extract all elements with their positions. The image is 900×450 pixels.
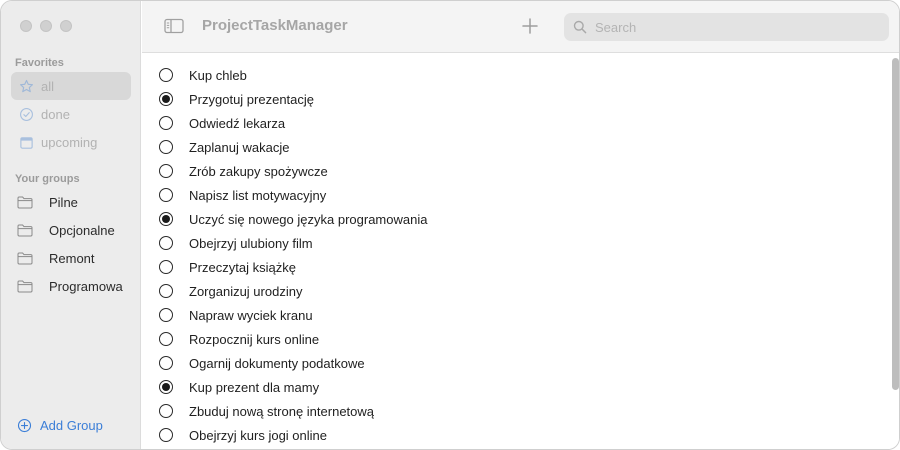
task-row[interactable]: Zorganizuj urodziny	[159, 281, 302, 301]
task-radio[interactable]	[159, 380, 173, 394]
task-radio[interactable]	[159, 116, 173, 130]
minimize-window-button[interactable]	[40, 20, 52, 32]
task-row[interactable]: Zrób zakupy spożywcze	[159, 161, 328, 181]
task-label: Kup chleb	[189, 67, 247, 83]
task-row[interactable]: Obejrzyj ulubiony film	[159, 233, 313, 253]
task-label: Napisz list motywacyjny	[189, 187, 327, 203]
task-row[interactable]: Przygotuj prezentację	[159, 89, 314, 109]
task-radio[interactable]	[159, 332, 173, 346]
task-row[interactable]: Ogarnij dokumenty podatkowe	[159, 353, 365, 373]
plus-circle-icon	[17, 418, 32, 433]
sidebar-item-done[interactable]: done	[11, 100, 131, 128]
task-row[interactable]: Przeczytaj książkę	[159, 257, 296, 277]
sidebar-group-remont[interactable]: Remont	[11, 244, 135, 272]
task-label: Przygotuj prezentację	[189, 91, 315, 107]
window-controls	[20, 20, 72, 32]
zoom-window-button[interactable]	[60, 20, 72, 32]
folder-icon	[17, 280, 33, 292]
calendar-icon	[20, 136, 33, 149]
task-radio[interactable]	[159, 428, 173, 442]
task-label: Zbuduj nową stronę internetową	[189, 403, 375, 419]
sidebar-item-upcoming[interactable]: upcoming	[11, 128, 131, 156]
vertical-scrollbar[interactable]	[892, 58, 899, 390]
task-radio[interactable]	[159, 140, 173, 154]
sidebar-group-label: Pilne	[49, 194, 78, 210]
task-row[interactable]: Kup prezent dla mamy	[159, 377, 319, 397]
sidebar-toggle-button[interactable]	[164, 18, 184, 39]
task-label: Rozpocznij kurs online	[189, 331, 320, 347]
plus-icon	[522, 18, 538, 34]
toolbar: ProjectTaskManager	[142, 1, 899, 53]
folder-icon	[17, 224, 33, 236]
add-task-button[interactable]	[520, 16, 540, 41]
task-label: Zorganizuj urodziny	[189, 283, 303, 299]
checkmark-circle-icon	[20, 107, 33, 121]
task-row[interactable]: Zaplanuj wakacje	[159, 137, 289, 157]
task-label: Zrób zakupy spożywcze	[189, 163, 328, 179]
sidebar-item-label: done	[41, 106, 70, 122]
task-row[interactable]: Napraw wyciek kranu	[159, 305, 313, 325]
search-input[interactable]	[595, 19, 875, 35]
task-radio[interactable]	[159, 356, 173, 370]
task-label: Obejrzyj ulubiony film	[189, 235, 313, 251]
task-radio[interactable]	[159, 212, 173, 226]
task-label: Uczyć się nowego języka programowania	[189, 211, 428, 227]
task-radio[interactable]	[159, 308, 173, 322]
task-radio[interactable]	[159, 260, 173, 274]
app-title: ProjectTaskManager	[202, 17, 348, 34]
search-icon	[573, 20, 587, 34]
task-list: Kup chleb Przygotuj prezentację Odwiedź …	[142, 54, 899, 449]
sidebar-group-opcjonalne[interactable]: Opcjonalne	[11, 216, 135, 244]
task-label: Kup prezent dla mamy	[189, 379, 320, 395]
task-row[interactable]: Kup chleb	[159, 65, 247, 85]
task-label: Obejrzyj kurs jogi online	[189, 427, 328, 443]
task-radio[interactable]	[159, 236, 173, 250]
task-label: Przeczytaj książkę	[189, 259, 296, 275]
sidebar: Favorites all done upcoming Your groups	[1, 1, 141, 449]
add-group-button[interactable]: Add Group	[17, 418, 103, 433]
task-radio[interactable]	[159, 188, 173, 202]
sidebar-toggle-icon	[164, 18, 184, 34]
groups-section-title: Your groups	[15, 173, 80, 185]
task-row[interactable]: Uczyć się nowego języka programowania	[159, 209, 427, 229]
task-label: Odwiedź lekarza	[189, 115, 286, 131]
sidebar-group-label: Programowa	[49, 278, 123, 294]
task-radio[interactable]	[159, 68, 173, 82]
task-radio[interactable]	[159, 164, 173, 178]
sidebar-group-label: Opcjonalne	[49, 222, 115, 238]
sidebar-item-all[interactable]: all	[11, 72, 131, 100]
favorites-section-title: Favorites	[15, 57, 64, 69]
task-label: Zaplanuj wakacje	[189, 139, 290, 155]
sidebar-item-label: upcoming	[41, 134, 98, 150]
task-radio[interactable]	[159, 92, 173, 106]
sidebar-group-pilne[interactable]: Pilne	[11, 188, 135, 216]
star-icon	[20, 79, 33, 92]
task-row[interactable]: Zbuduj nową stronę internetową	[159, 401, 374, 421]
task-row[interactable]: Rozpocznij kurs online	[159, 329, 319, 349]
task-label: Ogarnij dokumenty podatkowe	[189, 355, 365, 371]
task-radio[interactable]	[159, 404, 173, 418]
close-window-button[interactable]	[20, 20, 32, 32]
add-group-label: Add Group	[40, 418, 103, 433]
folder-icon	[17, 252, 33, 264]
task-row[interactable]: Napisz list motywacyjny	[159, 185, 326, 205]
sidebar-item-label: all	[41, 78, 55, 94]
search-field[interactable]	[564, 13, 889, 41]
folder-icon	[17, 196, 33, 208]
task-label: Napraw wyciek kranu	[189, 307, 313, 323]
task-row[interactable]: Odwiedź lekarza	[159, 113, 285, 133]
task-radio[interactable]	[159, 284, 173, 298]
sidebar-group-label: Remont	[49, 250, 95, 266]
task-row[interactable]: Obejrzyj kurs jogi online	[159, 425, 327, 445]
app-window: Favorites all done upcoming Your groups	[0, 0, 900, 450]
sidebar-group-programowa[interactable]: Programowa	[11, 272, 135, 300]
